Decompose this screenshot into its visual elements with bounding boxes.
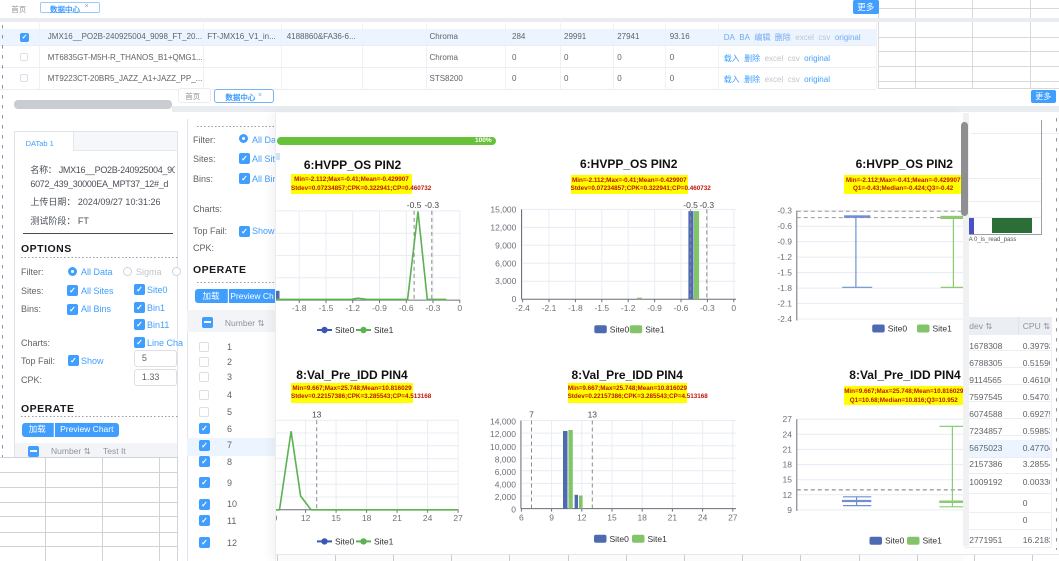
svg-text:-0.6: -0.6 (399, 303, 414, 313)
svg-text:8,000: 8,000 (495, 454, 517, 464)
svg-text:Site1: Site1 (923, 536, 943, 546)
svg-text:12: 12 (783, 490, 793, 500)
svg-text:-1.2: -1.2 (777, 252, 792, 262)
svg-text:6,000: 6,000 (495, 258, 517, 268)
svg-text:12: 12 (301, 513, 311, 523)
svg-text:-0.5: -0.5 (407, 200, 422, 210)
svg-text:-0.6: -0.6 (777, 221, 792, 231)
svg-text:14,000: 14,000 (490, 417, 516, 427)
svg-text:Site0: Site0 (335, 536, 355, 546)
svg-text:15,000: 15,000 (490, 204, 516, 214)
svg-text:6: 6 (519, 513, 524, 523)
svg-text:-0.3: -0.3 (424, 200, 439, 210)
svg-text:-0.6: -0.6 (674, 303, 689, 313)
svg-text:0: 0 (457, 303, 462, 313)
svg-text:Site0: Site0 (885, 536, 905, 546)
svg-text:18: 18 (783, 460, 793, 470)
svg-text:7: 7 (529, 410, 534, 420)
svg-text:-2.1: -2.1 (542, 303, 557, 313)
svg-text:Site1: Site1 (374, 325, 394, 335)
svg-text:Site0: Site0 (335, 325, 355, 335)
svg-text:21: 21 (392, 513, 402, 523)
svg-text:-0.9: -0.9 (777, 237, 792, 247)
svg-text:Site1: Site1 (374, 536, 394, 546)
svg-text:-2.4: -2.4 (515, 303, 530, 313)
svg-text:0: 0 (731, 303, 736, 313)
svg-text:27: 27 (453, 513, 463, 523)
svg-text:Site0: Site0 (610, 534, 630, 544)
svg-text:-0.3: -0.3 (699, 200, 714, 210)
svg-text:-0.3: -0.3 (777, 206, 792, 216)
svg-text:Site1: Site1 (933, 324, 953, 334)
svg-text:13: 13 (312, 410, 322, 420)
svg-text:13: 13 (588, 410, 598, 420)
svg-text:2,000: 2,000 (495, 492, 517, 502)
svg-text:15: 15 (331, 513, 341, 523)
svg-text:-0.3: -0.3 (426, 303, 441, 313)
svg-text:-1.5: -1.5 (777, 268, 792, 278)
svg-text:27: 27 (728, 513, 738, 523)
svg-text:24: 24 (423, 513, 433, 523)
svg-text:-1.8: -1.8 (292, 303, 307, 313)
svg-text:-1.2: -1.2 (621, 303, 636, 313)
svg-text:-0.5: -0.5 (683, 200, 698, 210)
svg-text:24: 24 (783, 429, 793, 439)
svg-text:12,000: 12,000 (490, 222, 516, 232)
svg-text:-0.3: -0.3 (700, 303, 715, 313)
svg-text:Site1: Site1 (648, 534, 668, 544)
svg-text:-0.9: -0.9 (372, 303, 387, 313)
svg-text:6,000: 6,000 (495, 467, 517, 477)
svg-text:27: 27 (783, 414, 793, 424)
svg-text:10,000: 10,000 (490, 442, 516, 452)
svg-text:12,000: 12,000 (490, 429, 516, 439)
svg-text:9: 9 (276, 513, 278, 523)
svg-text:-2.4: -2.4 (777, 314, 792, 324)
svg-text:9: 9 (549, 513, 554, 523)
svg-text:Site0: Site0 (610, 324, 630, 334)
svg-text:Site0: Site0 (888, 324, 908, 334)
svg-text:-1.8: -1.8 (777, 283, 792, 293)
svg-text:15: 15 (607, 513, 617, 523)
svg-text:-1.5: -1.5 (319, 303, 334, 313)
svg-text:18: 18 (362, 513, 372, 523)
svg-text:21: 21 (783, 444, 793, 454)
svg-text:3,000: 3,000 (495, 276, 517, 286)
svg-text:-1.8: -1.8 (568, 303, 583, 313)
svg-text:15: 15 (783, 475, 793, 485)
svg-text:24: 24 (698, 513, 708, 523)
svg-text:-1.2: -1.2 (345, 303, 360, 313)
svg-text:9,000: 9,000 (495, 240, 517, 250)
svg-text:18: 18 (637, 513, 647, 523)
svg-text:-0.9: -0.9 (647, 303, 662, 313)
svg-text:0: 0 (511, 505, 516, 515)
svg-text:12: 12 (577, 513, 587, 523)
svg-text:9: 9 (787, 505, 792, 515)
svg-text:21: 21 (668, 513, 678, 523)
svg-text:-1.5: -1.5 (594, 303, 609, 313)
svg-text:Site1: Site1 (645, 324, 665, 334)
svg-text:4,000: 4,000 (495, 480, 517, 490)
svg-text:-2.1: -2.1 (777, 299, 792, 309)
